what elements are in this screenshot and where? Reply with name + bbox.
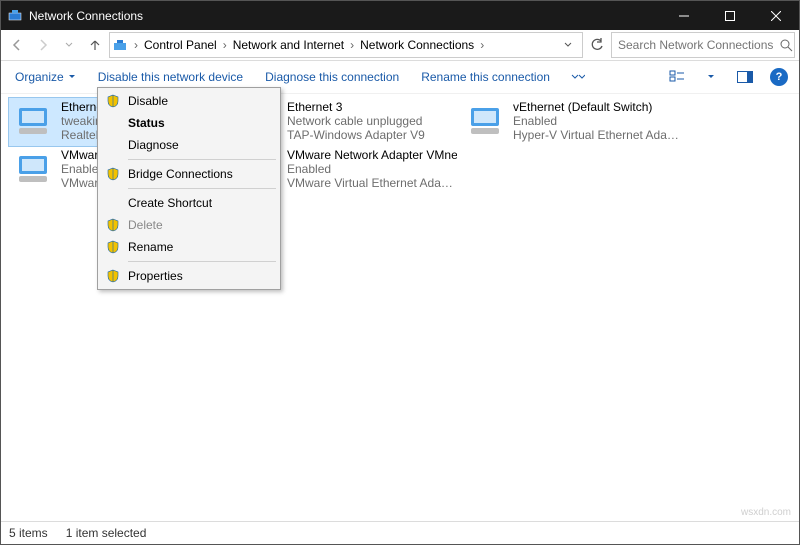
chevron-right-icon[interactable]: › [478,38,486,52]
minimize-button[interactable] [661,1,707,30]
shield-icon [105,166,121,182]
help-button[interactable]: ? [767,65,791,89]
adapter-status: Enabled [287,162,457,176]
chevron-right-icon[interactable]: › [132,38,140,52]
back-button[interactable] [5,33,29,57]
forward-button[interactable] [31,33,55,57]
adapter-desc: TAP-Windows Adapter V9 [287,128,425,142]
network-adapter-icon [13,148,55,190]
adapter-name: VMware Network Adapter VMnet8 [287,148,457,162]
shield-icon [105,239,121,255]
maximize-button[interactable] [707,1,753,30]
adapter-item[interactable]: vEthernet (Default Switch) Enabled Hyper… [461,98,687,146]
menu-bridge[interactable]: Bridge Connections [100,163,278,185]
shield-icon [105,93,121,109]
menu-rename[interactable]: Rename [100,236,278,258]
menu-create-shortcut[interactable]: Create Shortcut [100,192,278,214]
menu-diagnose[interactable]: Diagnose [100,134,278,156]
organize-button[interactable]: Organize [9,65,82,89]
status-selection: 1 item selected [66,526,147,540]
status-bar: 5 items 1 item selected [1,521,799,544]
chevron-right-icon[interactable]: › [348,38,356,52]
menu-properties[interactable]: Properties [100,265,278,287]
adapter-status: Enabled [513,114,683,128]
preview-pane-icon[interactable] [733,65,757,89]
view-options-icon[interactable] [665,65,689,89]
location-icon [112,37,128,53]
diagnose-button[interactable]: Diagnose this connection [259,65,405,89]
view-dropdown-icon[interactable] [699,65,723,89]
adapter-desc: Hyper-V Virtual Ethernet Adapter [513,128,683,142]
breadcrumb-item[interactable]: Network and Internet [229,34,348,56]
adapter-name: Ethernet 3 [287,100,425,114]
breadcrumb[interactable]: › Control Panel › Network and Internet ›… [109,32,583,58]
close-button[interactable] [753,1,799,30]
search-box[interactable] [611,32,795,58]
shield-icon [105,268,121,284]
recent-dropdown[interactable] [57,33,81,57]
up-button[interactable] [83,33,107,57]
chevron-right-icon[interactable]: › [221,38,229,52]
network-adapter-icon [465,100,507,142]
app-icon [7,8,23,24]
shield-icon [105,217,121,233]
search-input[interactable] [612,38,779,52]
window: Network Connections › Control Panel › Ne… [0,0,800,545]
watermark: wsxdn.com [741,507,791,518]
adapter-name: vEthernet (Default Switch) [513,100,683,114]
rename-button[interactable]: Rename this connection [415,65,556,89]
search-icon[interactable] [779,39,794,52]
titlebar: Network Connections [1,1,799,30]
adapter-desc: VMware Virtual Ethernet Adapter ... [287,176,457,190]
breadcrumb-item[interactable]: Control Panel [140,34,221,56]
address-bar: › Control Panel › Network and Internet ›… [1,30,799,61]
context-menu: Disable Status Diagnose Bridge Connectio… [97,87,281,290]
menu-separator [128,159,276,160]
menu-separator [128,261,276,262]
refresh-button[interactable] [585,33,609,57]
disable-device-button[interactable]: Disable this network device [92,65,249,89]
window-title: Network Connections [29,9,143,23]
more-toolbar-icon[interactable] [566,65,590,89]
adapter-status: Network cable unplugged [287,114,425,128]
menu-disable[interactable]: Disable [100,90,278,112]
status-item-count: 5 items [9,526,48,540]
menu-delete[interactable]: Delete [100,214,278,236]
address-dropdown[interactable] [556,33,580,57]
breadcrumb-item[interactable]: Network Connections [356,34,478,56]
menu-status[interactable]: Status [100,112,278,134]
menu-separator [128,188,276,189]
network-adapter-icon [13,100,55,142]
